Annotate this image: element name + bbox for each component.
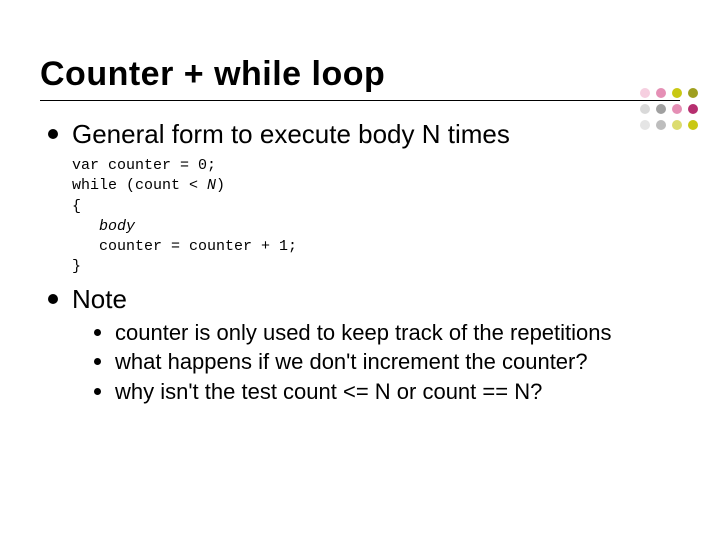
dot-row <box>640 88 698 98</box>
list-item: what happens if we don't increment the c… <box>94 348 680 376</box>
list-item: why isn't the test count <= N or count =… <box>94 378 680 406</box>
sub-item-text: why isn't the test count <= N or count =… <box>115 378 542 406</box>
dot-icon <box>640 104 650 114</box>
dot-icon <box>672 120 682 130</box>
dot-icon <box>688 104 698 114</box>
list-item: General form to execute body N times var… <box>48 119 680 278</box>
code-line: var counter = 0; <box>72 157 216 174</box>
code-line: ) <box>216 177 225 194</box>
dot-icon <box>672 104 682 114</box>
code-line: counter = counter + 1; <box>72 238 297 255</box>
list-item-content: Note counter is only used to keep track … <box>72 284 680 408</box>
slide-title: Counter + while loop <box>40 55 680 94</box>
slide: Counter + while loop General form to exe… <box>0 0 720 540</box>
dot-icon <box>656 104 666 114</box>
bullet-icon <box>94 388 101 395</box>
code-block: var counter = 0; while (count < N) { bod… <box>72 156 680 278</box>
dot-icon <box>672 88 682 98</box>
dot-row <box>640 120 698 130</box>
code-italic-n: N <box>207 177 216 194</box>
dot-icon <box>640 88 650 98</box>
item-heading: Note <box>72 284 680 315</box>
bullet-icon <box>48 129 58 139</box>
decorative-dots <box>640 88 698 130</box>
sub-item-text: counter is only used to keep track of th… <box>115 319 612 347</box>
code-line <box>72 218 99 235</box>
sub-item-text: what happens if we don't increment the c… <box>115 348 588 376</box>
bullet-icon <box>94 358 101 365</box>
sub-bullet-list: counter is only used to keep track of th… <box>94 319 680 406</box>
bullet-icon <box>48 294 58 304</box>
code-line: } <box>72 258 81 275</box>
bullet-list: General form to execute body N times var… <box>48 119 680 407</box>
code-line: { <box>72 198 81 215</box>
bullet-icon <box>94 329 101 336</box>
code-line: while (count < <box>72 177 207 194</box>
list-item-content: General form to execute body N times var… <box>72 119 680 278</box>
dot-icon <box>640 120 650 130</box>
dot-icon <box>656 88 666 98</box>
code-italic-body: body <box>99 218 135 235</box>
dot-icon <box>656 120 666 130</box>
dot-row <box>640 104 698 114</box>
item-heading: General form to execute body N times <box>72 119 680 150</box>
list-item: Note counter is only used to keep track … <box>48 284 680 408</box>
dot-icon <box>688 120 698 130</box>
dot-icon <box>688 88 698 98</box>
list-item: counter is only used to keep track of th… <box>94 319 680 347</box>
title-divider <box>40 100 680 101</box>
